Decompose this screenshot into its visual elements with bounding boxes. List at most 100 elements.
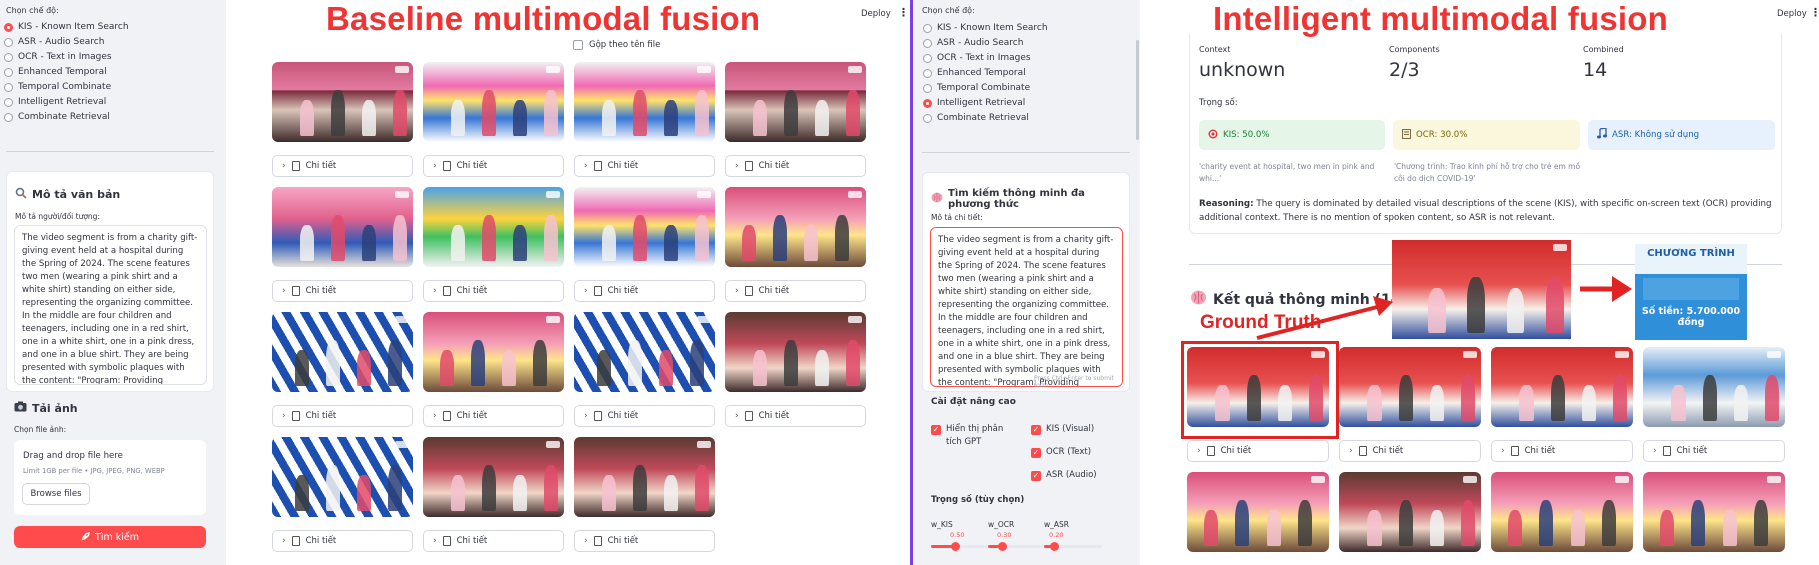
result-thumbnail[interactable] bbox=[272, 437, 413, 517]
detail-expander[interactable]: › Chi tiết bbox=[272, 530, 413, 552]
result-thumbnail[interactable] bbox=[725, 62, 866, 142]
metric-label: Components bbox=[1389, 45, 1440, 54]
scene-figure bbox=[1297, 500, 1312, 546]
slider-handle[interactable] bbox=[1050, 542, 1059, 551]
chevron-right-icon: › bbox=[584, 286, 588, 296]
ocr-checkbox[interactable]: ✓ OCR (Text) bbox=[1031, 446, 1091, 459]
more-vert-icon[interactable]: ⋮ bbox=[1810, 6, 1819, 19]
file-dropzone[interactable]: Drag and drop file here Limit 1GB per fi… bbox=[14, 440, 206, 515]
mode-option[interactable]: ASR - Audio Search bbox=[923, 36, 1023, 50]
document-icon bbox=[291, 286, 300, 296]
result-thumbnail[interactable] bbox=[423, 62, 564, 142]
detail-expander[interactable]: › Chi tiết bbox=[725, 405, 866, 427]
mode-label: Chọn chế độ: bbox=[922, 6, 975, 15]
scene-figure bbox=[602, 225, 617, 261]
result-thumbnail[interactable] bbox=[1339, 347, 1481, 427]
result-thumbnail[interactable] bbox=[272, 312, 413, 392]
detail-expander[interactable]: › Chi tiết bbox=[574, 405, 715, 427]
scene-figure bbox=[834, 215, 850, 261]
result-thumbnail[interactable] bbox=[725, 312, 866, 392]
detail-expander[interactable]: › Chi tiết bbox=[1491, 440, 1633, 462]
browse-files-button[interactable]: Browse files bbox=[22, 483, 90, 505]
detail-label: Chi tiết bbox=[607, 411, 639, 421]
result-thumbnail[interactable] bbox=[725, 187, 866, 267]
mode-option[interactable]: Enhanced Temporal bbox=[4, 65, 107, 79]
scene-figure bbox=[1702, 375, 1717, 421]
result-thumbnail[interactable] bbox=[272, 187, 413, 267]
slider-handle[interactable] bbox=[998, 542, 1007, 551]
detail-expander[interactable]: › Chi tiết bbox=[574, 155, 715, 177]
detail-expander[interactable]: › Chi tiết bbox=[272, 155, 413, 177]
detail-expander[interactable]: › Chi tiết bbox=[272, 280, 413, 302]
plaque-amount: Số tiền: 5.700.000 đồng bbox=[1641, 306, 1741, 328]
mode-option[interactable]: ASR - Audio Search bbox=[4, 35, 104, 49]
detail-label: Chi tiết bbox=[607, 161, 639, 171]
detail-expander[interactable]: › Chi tiết bbox=[423, 405, 564, 427]
kis-checkbox[interactable]: ✓ KIS (Visual) bbox=[1031, 423, 1094, 436]
radio-icon bbox=[4, 52, 13, 62]
deploy-button[interactable]: Deploy bbox=[861, 9, 891, 19]
sidebar-scrollbar[interactable] bbox=[1136, 40, 1139, 140]
check-icon: ✓ bbox=[1031, 448, 1041, 458]
mode-option[interactable]: OCR - Text in Images bbox=[923, 51, 1031, 65]
mode-option[interactable]: OCR - Text in Images bbox=[4, 50, 112, 64]
scene-figure bbox=[482, 90, 497, 136]
mode-option[interactable]: Combinate Retrieval bbox=[923, 111, 1029, 125]
detail-expander[interactable]: › Chi tiết bbox=[1643, 440, 1785, 462]
detail-expander[interactable]: › Chi tiết bbox=[574, 530, 715, 552]
mode-option-label: Enhanced Temporal bbox=[937, 68, 1026, 78]
description-textarea[interactable]: The video segment is from a charity gift… bbox=[930, 227, 1123, 387]
slider-handle[interactable] bbox=[951, 542, 960, 551]
detail-expander[interactable]: › Chi tiết bbox=[574, 280, 715, 302]
channel-logo bbox=[1311, 476, 1325, 483]
group-by-filename-toggle[interactable]: Gộp theo tên file bbox=[573, 40, 660, 50]
result-thumbnail[interactable] bbox=[574, 62, 715, 142]
result-thumbnail[interactable] bbox=[1643, 347, 1785, 427]
mode-option[interactable]: Intelligent Retrieval bbox=[4, 95, 106, 109]
result-thumbnail[interactable] bbox=[423, 312, 564, 392]
mode-option[interactable]: Intelligent Retrieval bbox=[923, 96, 1025, 110]
detail-expander[interactable]: › Chi tiết bbox=[423, 155, 564, 177]
result-thumbnail[interactable] bbox=[574, 187, 715, 267]
radio-icon bbox=[4, 67, 13, 77]
detail-expander[interactable]: › Chi tiết bbox=[725, 280, 866, 302]
scene-figure bbox=[1508, 510, 1523, 546]
result-thumbnail[interactable] bbox=[1643, 472, 1785, 552]
radio-icon bbox=[923, 53, 932, 63]
mode-option[interactable]: Temporal Combinate bbox=[4, 80, 111, 94]
mode-option[interactable]: KIS - Known Item Search bbox=[4, 20, 129, 34]
scene-figure bbox=[803, 225, 819, 261]
result-thumbnail[interactable] bbox=[272, 62, 413, 142]
result-thumbnail[interactable] bbox=[423, 187, 564, 267]
result-thumbnail[interactable] bbox=[574, 312, 715, 392]
asr-checkbox[interactable]: ✓ ASR (Audio) bbox=[1031, 469, 1097, 482]
show-gpt-checkbox[interactable]: ✓ Hiển thị phân tích GPT bbox=[931, 423, 1016, 449]
weight-label: w_ASR bbox=[1044, 520, 1069, 529]
result-thumbnail[interactable] bbox=[1339, 472, 1481, 552]
description-textarea[interactable]: The video segment is from a charity gift… bbox=[14, 225, 207, 385]
scene-figure bbox=[1539, 500, 1554, 546]
deploy-button[interactable]: Deploy bbox=[1777, 9, 1807, 19]
channel-logo bbox=[395, 441, 409, 448]
detail-expander[interactable]: › Chi tiết bbox=[423, 280, 564, 302]
detail-expander[interactable]: › Chi tiết bbox=[272, 405, 413, 427]
detail-expander[interactable]: › Chi tiết bbox=[1187, 440, 1329, 462]
result-thumbnail[interactable] bbox=[574, 437, 715, 517]
mode-option[interactable]: Temporal Combinate bbox=[923, 81, 1030, 95]
result-thumbnail[interactable] bbox=[1491, 347, 1633, 427]
result-thumbnail[interactable] bbox=[423, 437, 564, 517]
detail-expander[interactable]: › Chi tiết bbox=[1339, 440, 1481, 462]
radio-icon bbox=[923, 23, 932, 33]
detail-expander[interactable]: › Chi tiết bbox=[423, 530, 564, 552]
mode-option[interactable]: Combinate Retrieval bbox=[4, 110, 110, 124]
scene-figure bbox=[1765, 375, 1780, 421]
scene-figure bbox=[513, 475, 528, 511]
result-thumbnail[interactable] bbox=[1491, 472, 1633, 552]
detail-expander[interactable]: › Chi tiết bbox=[725, 155, 866, 177]
scene-figure bbox=[501, 350, 517, 386]
result-thumbnail[interactable] bbox=[1187, 472, 1329, 552]
mode-option[interactable]: Enhanced Temporal bbox=[923, 66, 1026, 80]
mode-option[interactable]: KIS - Known Item Search bbox=[923, 21, 1048, 35]
search-button[interactable]: Tìm kiếm bbox=[14, 526, 206, 548]
more-vert-icon[interactable]: ⋮ bbox=[898, 6, 909, 19]
